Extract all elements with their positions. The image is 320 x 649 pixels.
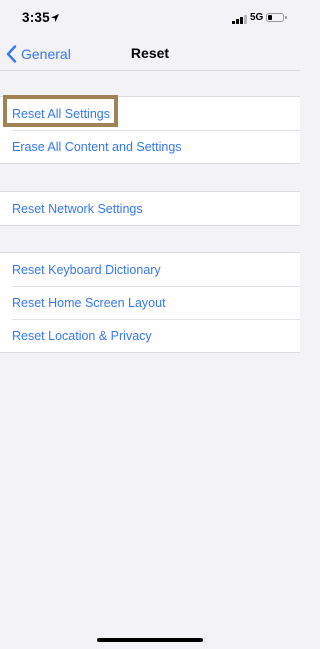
reset-home-screen-layout-label: Reset Home Screen Layout xyxy=(12,295,166,310)
page-title: Reset xyxy=(130,45,170,61)
reset-location-privacy-row[interactable]: Reset Location & Privacy xyxy=(0,319,300,352)
reset-home-screen-layout-row[interactable]: Reset Home Screen Layout xyxy=(0,286,300,319)
settings-group-other-resets: Reset Keyboard Dictionary Reset Home Scr… xyxy=(0,252,300,353)
network-type: 5G xyxy=(250,12,264,23)
reset-location-privacy-label: Reset Location & Privacy xyxy=(12,328,152,343)
reset-keyboard-dictionary-row[interactable]: Reset Keyboard Dictionary xyxy=(0,253,300,286)
settings-group-reset-primary: Reset All Settings Erase All Content and… xyxy=(0,96,300,164)
cellular-signal-icon xyxy=(232,15,247,24)
reset-all-settings-row[interactable]: Reset All Settings xyxy=(0,97,300,130)
navigation-bar: General Reset xyxy=(0,38,300,71)
status-time: 3:35 xyxy=(22,10,50,25)
reset-network-settings-row[interactable]: Reset Network Settings xyxy=(0,192,300,225)
home-indicator[interactable] xyxy=(97,638,203,642)
settings-group-network: Reset Network Settings xyxy=(0,191,300,226)
battery-cap xyxy=(285,16,287,19)
battery-icon xyxy=(266,13,284,22)
location-arrow-icon xyxy=(51,14,59,22)
reset-network-settings-label: Reset Network Settings xyxy=(12,201,143,216)
reset-all-settings-label: Reset All Settings xyxy=(12,106,110,121)
erase-all-content-row[interactable]: Erase All Content and Settings xyxy=(0,130,300,163)
status-bar: 3:35 5G xyxy=(0,0,300,38)
erase-all-content-label: Erase All Content and Settings xyxy=(12,139,182,154)
battery-level-fill xyxy=(268,15,272,20)
reset-keyboard-dictionary-label: Reset Keyboard Dictionary xyxy=(12,262,161,277)
